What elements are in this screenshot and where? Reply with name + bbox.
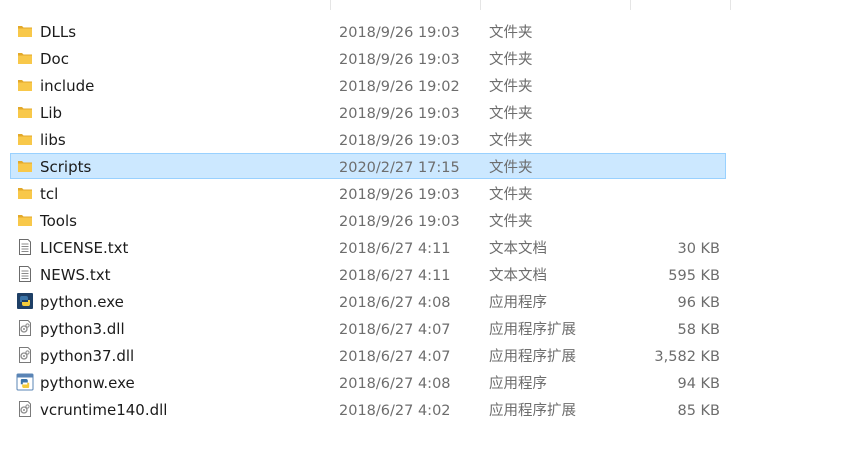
file-name: Doc (40, 50, 69, 68)
dll-icon (16, 319, 34, 337)
file-row[interactable]: NEWS.txt 2018/6/27 4:11 文本文档 595 KB (10, 261, 726, 287)
folder-icon (16, 211, 34, 229)
file-date-modified: 2018/6/27 4:08 (339, 295, 451, 311)
file-name: Scripts (40, 158, 92, 176)
file-size: 30 KB (677, 241, 720, 257)
file-date-modified: 2018/6/27 4:07 (339, 349, 451, 365)
file-date-modified: 2018/9/26 19:03 (339, 187, 460, 203)
file-row[interactable]: vcruntime140.dll 2018/6/27 4:02 应用程序扩展 85 K… (10, 396, 726, 422)
file-row[interactable]: Tools 2018/9/26 19:03 文件夹 (10, 207, 726, 233)
file-row[interactable]: tcl 2018/9/26 19:03 文件夹 (10, 180, 726, 206)
file-date-modified: 2018/6/27 4:11 (339, 268, 451, 284)
file-row[interactable]: libs 2018/9/26 19:03 文件夹 (10, 126, 726, 152)
file-name: include (40, 77, 95, 95)
file-row-selected[interactable]: Scripts 2020/2/27 17:15 文件夹 (10, 153, 726, 179)
file-type: 文本文档 (489, 268, 547, 284)
file-date-modified: 2018/9/26 19:03 (339, 52, 460, 68)
file-date-modified: 2018/9/26 19:03 (339, 214, 460, 230)
file-date-modified: 2018/9/26 19:03 (339, 106, 460, 122)
file-size: 58 KB (677, 322, 720, 338)
file-row[interactable]: python3.dll 2018/6/27 4:07 应用程序扩展 58 KB (10, 315, 726, 341)
file-date-modified: 2018/6/27 4:11 (339, 241, 451, 257)
file-row[interactable]: python37.dll 2018/6/27 4:07 应用程序扩展 3,582 KB (10, 342, 726, 368)
file-name: Lib (40, 104, 63, 122)
file-name: NEWS.txt (40, 266, 111, 284)
file-row[interactable]: pythonw.exe 2018/6/27 4:08 应用程序 94 KB (10, 369, 726, 395)
file-name: pythonw.exe (40, 374, 135, 392)
file-size: 595 KB (668, 268, 720, 284)
file-date-modified: 2018/6/27 4:02 (339, 403, 451, 419)
file-date-modified: 2018/6/27 4:08 (339, 376, 451, 392)
file-name: Tools (40, 212, 77, 230)
folder-icon (16, 103, 34, 121)
file-size: 85 KB (677, 403, 720, 419)
file-type: 文本文档 (489, 241, 547, 257)
file-name: tcl (40, 185, 59, 203)
file-size: 96 KB (677, 295, 720, 311)
folder-icon (16, 184, 34, 202)
file-type: 文件夹 (489, 214, 533, 230)
column-divider[interactable] (480, 0, 481, 10)
folder-icon (16, 76, 34, 94)
file-type: 应用程序扩展 (489, 349, 576, 365)
file-type: 文件夹 (489, 187, 533, 203)
file-date-modified: 2020/2/27 17:15 (339, 160, 460, 176)
file-row[interactable]: DLLs 2018/9/26 19:03 文件夹 (10, 18, 726, 44)
file-type: 应用程序 (489, 295, 547, 311)
file-name: LICENSE.txt (40, 239, 129, 257)
file-row[interactable]: Doc 2018/9/26 19:03 文件夹 (10, 45, 726, 71)
column-divider[interactable] (330, 0, 331, 10)
folder-icon (16, 130, 34, 148)
file-date-modified: 2018/6/27 4:07 (339, 322, 451, 338)
folder-icon (16, 22, 34, 40)
file-type: 文件夹 (489, 52, 533, 68)
text-document-icon (16, 238, 34, 256)
file-type: 文件夹 (489, 106, 533, 122)
file-size: 3,582 KB (654, 349, 720, 365)
column-divider[interactable] (730, 0, 731, 10)
pythonw-icon (16, 373, 34, 391)
file-type: 文件夹 (489, 160, 533, 176)
file-name: vcruntime140.dll (40, 401, 168, 419)
file-name: python3.dll (40, 320, 125, 338)
file-type: 应用程序扩展 (489, 403, 576, 419)
file-date-modified: 2018/9/26 19:03 (339, 25, 460, 41)
python-icon (16, 292, 34, 310)
file-size: 94 KB (677, 376, 720, 392)
file-row[interactable]: Lib 2018/9/26 19:03 文件夹 (10, 99, 726, 125)
file-explorer: DLLs 2018/9/26 19:03 文件夹 Doc 2018/9/26 19:0… (0, 0, 866, 455)
file-row[interactable]: python.exe 2018/6/27 4:08 应用程序 96 KB (10, 288, 726, 314)
folder-icon (16, 49, 34, 67)
file-row[interactable]: LICENSE.txt 2018/6/27 4:11 文本文档 30 KB (10, 234, 726, 260)
file-type: 应用程序扩展 (489, 322, 576, 338)
file-date-modified: 2018/9/26 19:03 (339, 133, 460, 149)
file-type: 文件夹 (489, 79, 533, 95)
file-type: 文件夹 (489, 133, 533, 149)
dll-icon (16, 346, 34, 364)
column-divider[interactable] (630, 0, 631, 10)
file-name: DLLs (40, 23, 77, 41)
file-name: python.exe (40, 293, 124, 311)
file-type: 文件夹 (489, 25, 533, 41)
file-name: python37.dll (40, 347, 135, 365)
file-type: 应用程序 (489, 376, 547, 392)
file-name: libs (40, 131, 66, 149)
file-date-modified: 2018/9/26 19:02 (339, 79, 460, 95)
dll-icon (16, 400, 34, 418)
folder-icon (16, 157, 34, 175)
text-document-icon (16, 265, 34, 283)
file-row[interactable]: include 2018/9/26 19:02 文件夹 (10, 72, 726, 98)
